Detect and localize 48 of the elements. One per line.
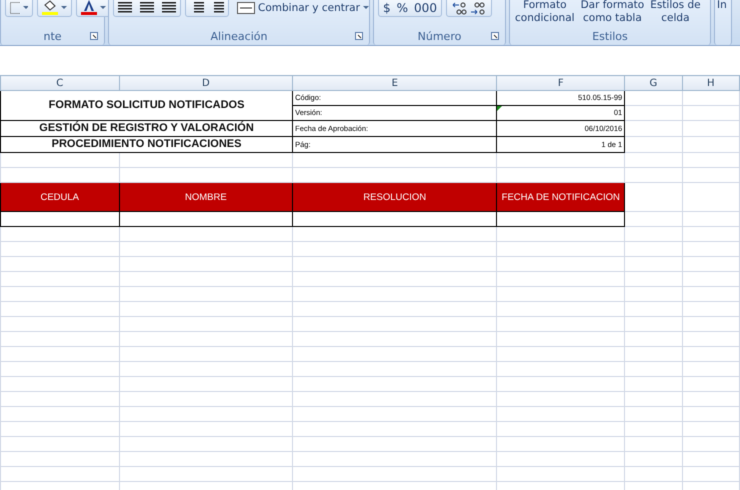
form-title: FORMATO SOLICITUD NOTIFICADOS <box>48 99 244 111</box>
align-buttons[interactable] <box>113 0 181 17</box>
caret-icon <box>61 6 67 10</box>
fill-color-button[interactable] <box>37 0 72 17</box>
align-icon <box>162 2 176 13</box>
decimal-icon <box>450 0 487 14</box>
align-icon <box>118 2 132 13</box>
dialog-launcher-icon[interactable] <box>355 32 363 40</box>
indent-buttons[interactable] <box>185 0 229 17</box>
align-icon <box>140 2 154 13</box>
number-format-symbol: % <box>396 0 408 14</box>
column-header[interactable]: D <box>119 76 293 90</box>
paint-bucket-icon <box>42 0 58 15</box>
table-header-cell: CEDULA <box>0 182 120 212</box>
styles-button[interactable]: Dar formato como tabla <box>580 0 646 25</box>
number-format-symbol: $ <box>383 0 391 14</box>
number-format-buttons[interactable]: $ % 000 <box>378 0 442 17</box>
column-header[interactable]: F <box>496 76 625 90</box>
column-header[interactable]: G <box>624 76 682 90</box>
borders-icon <box>10 2 20 14</box>
table-header-cell: RESOLUCION <box>292 182 497 212</box>
group-label: Número <box>418 30 462 42</box>
column-header[interactable]: E <box>292 76 497 90</box>
font-color-icon <box>81 0 97 15</box>
group-label: nte <box>43 30 62 42</box>
insert-button[interactable]: In <box>716 0 728 12</box>
decimal-buttons[interactable] <box>446 0 492 17</box>
styles-button[interactable]: Estilos de celda <box>649 0 702 25</box>
borders-button[interactable] <box>5 0 33 17</box>
dialog-launcher-icon[interactable] <box>491 32 499 40</box>
caret-icon <box>23 6 28 10</box>
form-subtitle: GESTIÓN DE REGISTRO Y VALORACIÓN <box>39 122 254 134</box>
font-color-button[interactable] <box>76 0 111 17</box>
group-label: Alineación <box>210 30 268 42</box>
error-indicator-icon <box>497 106 502 111</box>
styles-button[interactable]: Formato condicional <box>514 0 576 25</box>
column-header[interactable]: H <box>682 76 740 90</box>
dialog-launcher-icon[interactable] <box>90 32 98 40</box>
form-subtitle: PROCEDIMIENTO NOTIFICACIONES <box>52 138 242 150</box>
column-header[interactable]: C <box>0 76 120 90</box>
group-label: Estilos <box>592 30 628 42</box>
merge-center-button[interactable]: Combinar y centrar <box>233 0 373 17</box>
merge-icon <box>237 2 255 14</box>
caret-icon <box>100 6 106 10</box>
number-format-symbol: 000 <box>414 0 437 14</box>
table-header-cell: NOMBRE <box>119 182 293 212</box>
table-header-cell: FECHA DE NOTIFICACION <box>496 182 625 212</box>
caret-icon <box>362 6 369 10</box>
